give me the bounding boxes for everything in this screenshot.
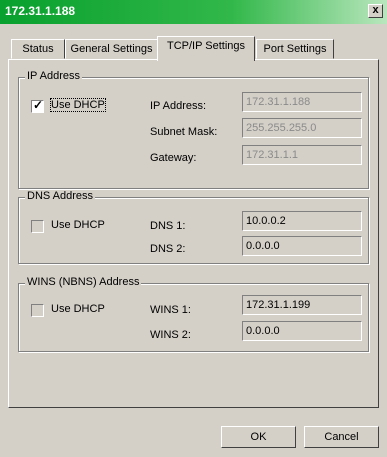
ip-address-field[interactable]: 172.31.1.188 <box>242 92 362 112</box>
check-mark-icon: ✓ <box>33 98 44 112</box>
wins2-label: WINS 2: <box>150 329 191 341</box>
dns2-label: DNS 2: <box>150 243 186 255</box>
dns2-field[interactable]: 0.0.0.0 <box>242 236 362 256</box>
ip-address-legend: IP Address <box>25 70 82 82</box>
title-bar[interactable]: 172.31.1.188 x <box>0 0 387 24</box>
gateway-field[interactable]: 172.31.1.1 <box>242 145 362 165</box>
ip-use-dhcp-label[interactable]: Use DHCP <box>50 98 106 112</box>
cancel-button[interactable]: Cancel <box>304 426 379 448</box>
wins-use-dhcp-checkbox[interactable] <box>31 304 44 317</box>
window-title: 172.31.1.188 <box>5 4 76 18</box>
dns1-label: DNS 1: <box>150 220 186 232</box>
ip-address-label: IP Address: <box>150 100 207 112</box>
wins1-field[interactable]: 172.31.1.199 <box>242 295 362 315</box>
wins-address-group: WINS (NBNS) Address Use DHCP WINS 1: 172… <box>18 276 369 352</box>
tab-general-settings[interactable]: General Settings <box>65 39 158 59</box>
subnet-mask-field[interactable]: 255.255.255.0 <box>242 118 362 138</box>
wins1-label: WINS 1: <box>150 304 191 316</box>
ip-use-dhcp-checkbox[interactable]: ✓ <box>31 98 44 113</box>
wins-use-dhcp-label[interactable]: Use DHCP <box>51 303 105 315</box>
dns-address-legend: DNS Address <box>25 190 96 202</box>
dns1-field[interactable]: 10.0.0.2 <box>242 211 362 231</box>
dns-address-group: DNS Address Use DHCP DNS 1: 10.0.0.2 DNS… <box>18 190 369 264</box>
tab-tcpip-settings[interactable]: TCP/IP Settings <box>157 36 255 61</box>
tab-panel: IP Address ✓ Use DHCP IP Address: 172.31… <box>8 59 379 408</box>
tab-status[interactable]: Status <box>11 39 65 59</box>
dialog-window: 172.31.1.188 x Status General Settings T… <box>0 0 387 457</box>
ok-button[interactable]: OK <box>221 426 296 448</box>
tab-port-settings[interactable]: Port Settings <box>256 39 334 59</box>
subnet-mask-label: Subnet Mask: <box>150 126 218 138</box>
dns-use-dhcp-label[interactable]: Use DHCP <box>51 219 105 231</box>
close-button[interactable]: x <box>368 4 383 18</box>
gateway-label: Gateway: <box>150 152 197 164</box>
wins2-field[interactable]: 0.0.0.0 <box>242 321 362 341</box>
wins-address-legend: WINS (NBNS) Address <box>25 276 142 288</box>
ip-address-group: IP Address ✓ Use DHCP IP Address: 172.31… <box>18 70 369 189</box>
dns-use-dhcp-checkbox[interactable] <box>31 220 44 233</box>
